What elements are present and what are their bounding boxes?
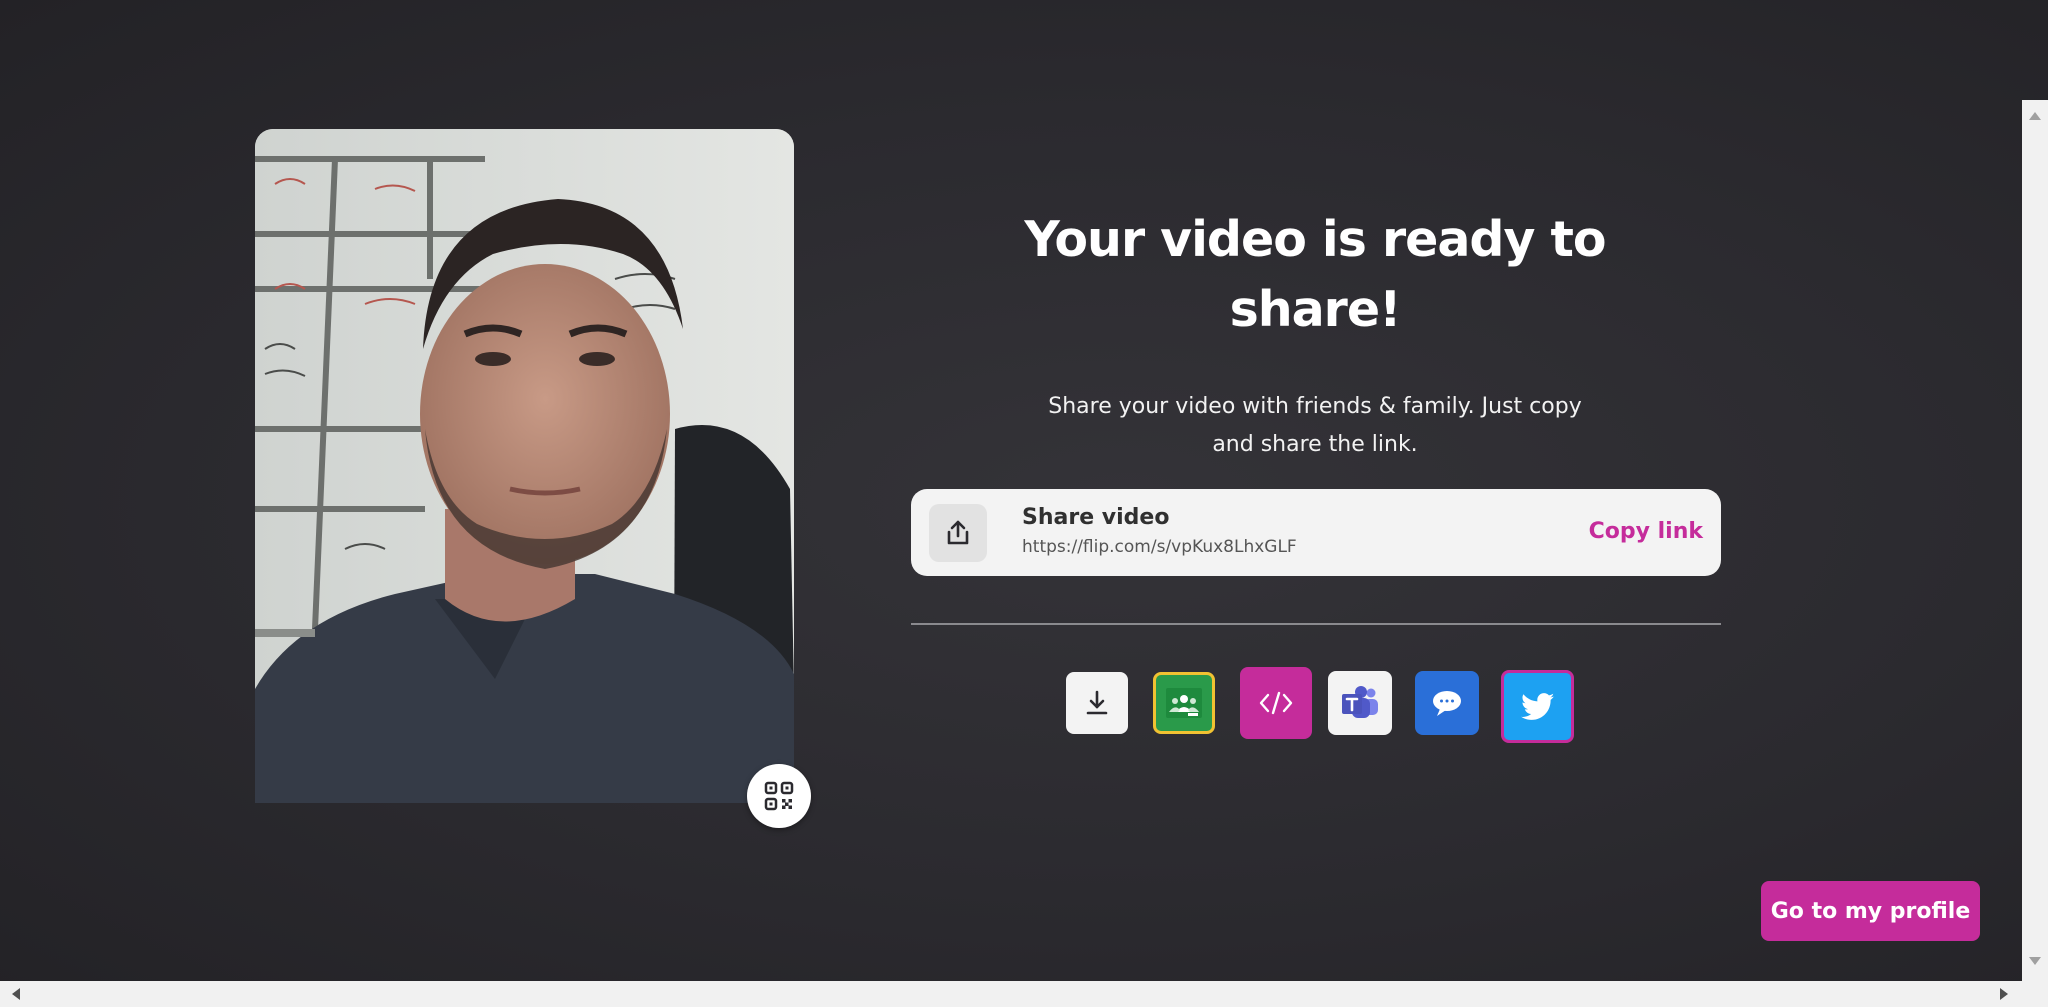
app-root: Your video is ready to share! Share your… xyxy=(0,0,2048,1007)
share-upload-button[interactable] xyxy=(929,504,987,562)
embed-button[interactable] xyxy=(1240,667,1312,739)
share-instructions: Share your video with friends & family. … xyxy=(1048,394,1582,457)
share-link-card: Share video https://flip.com/s/vpKux8Lhx… xyxy=(911,489,1721,576)
download-icon xyxy=(1086,690,1108,715)
share-upload-icon xyxy=(947,520,969,545)
google-classroom-button[interactable] xyxy=(1153,672,1215,734)
vertical-scrollbar[interactable] xyxy=(2022,100,2048,981)
scroll-right-arrow-icon[interactable] xyxy=(2000,988,2008,1000)
video-thumbnail xyxy=(255,129,794,803)
embed-code-icon xyxy=(1259,691,1293,715)
go-to-profile-button[interactable]: Go to my profile xyxy=(1761,881,1980,941)
share-url[interactable]: https://flip.com/s/vpKux8LhxGLF xyxy=(1022,537,1297,557)
video-preview[interactable] xyxy=(255,129,794,803)
qr-code-icon xyxy=(764,781,794,811)
remind-button[interactable] xyxy=(1415,671,1479,735)
microsoft-teams-icon xyxy=(1342,686,1378,718)
google-classroom-icon xyxy=(1166,688,1202,718)
page-title: Your video is ready to share! xyxy=(1024,211,1606,338)
twitter-button[interactable] xyxy=(1501,670,1574,743)
qr-code-button[interactable] xyxy=(747,764,811,828)
share-card-title: Share video xyxy=(1022,505,1170,530)
remind-icon xyxy=(1433,691,1461,716)
scroll-left-arrow-icon[interactable] xyxy=(12,988,20,1000)
microsoft-teams-button[interactable] xyxy=(1328,671,1392,735)
copy-link-button[interactable]: Copy link xyxy=(1589,519,1703,544)
twitter-icon xyxy=(1520,692,1554,720)
scroll-up-arrow-icon[interactable] xyxy=(2029,112,2041,120)
divider xyxy=(911,623,1721,625)
download-button[interactable] xyxy=(1066,672,1128,734)
horizontal-scrollbar[interactable] xyxy=(0,981,2048,1007)
scroll-down-arrow-icon[interactable] xyxy=(2029,957,2041,965)
